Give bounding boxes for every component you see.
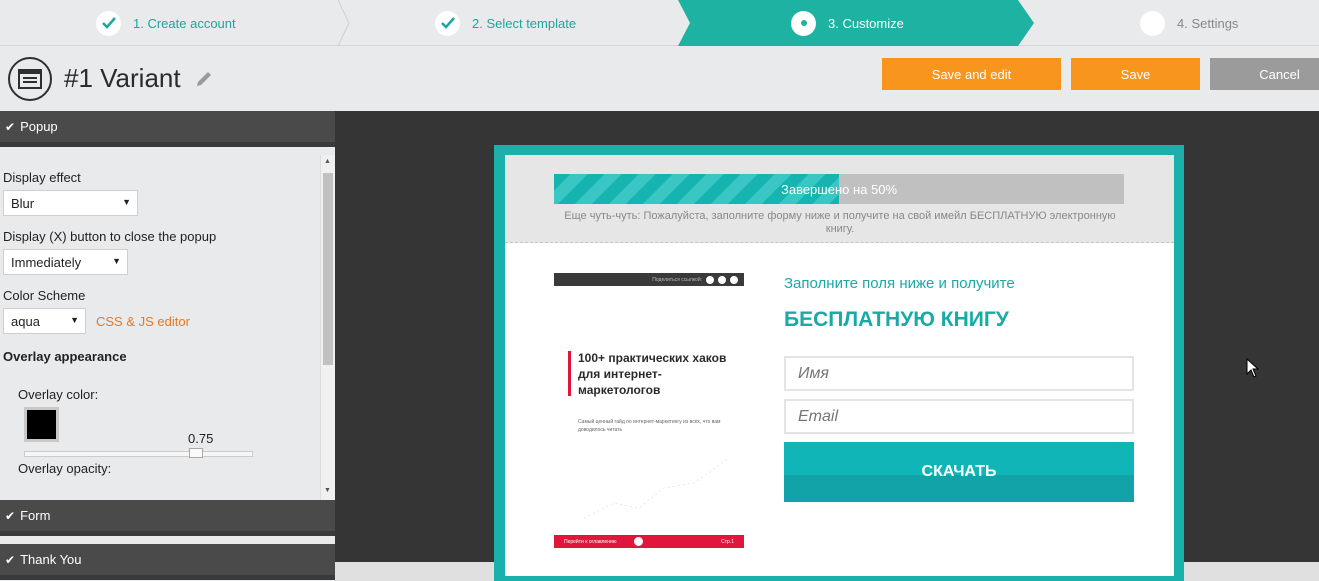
settings-panel: ✔ Popup Display effect Blur ▼ Display (X… <box>0 111 335 581</box>
progress-text: Завершено на 50% <box>780 181 898 197</box>
decorative-graph-icon <box>584 457 730 519</box>
section-thank-you-header[interactable]: ✔ Thank You <box>0 544 335 580</box>
page-header: #1 Variant Save and edit Save Cancel <box>0 46 1319 111</box>
page-title: #1 Variant <box>64 63 181 93</box>
checkmark-icon: ✔ <box>5 508 16 523</box>
dropdown-arrow-icon: ▼ <box>70 315 79 325</box>
popup-preview: Завершено на 50% Еще чуть-чуть: Пожалуйс… <box>505 155 1174 576</box>
css-js-editor-link[interactable]: CSS & JS editor <box>96 314 190 329</box>
display-effect-label: Display effect <box>3 170 81 185</box>
step-label: 4. Settings <box>1177 15 1239 31</box>
close-button-select[interactable]: Immediately ▼ <box>3 249 128 275</box>
select-value: Blur <box>11 195 35 211</box>
slider-handle[interactable] <box>189 448 203 458</box>
section-form-header[interactable]: ✔ Form <box>0 500 335 536</box>
select-value: Immediately <box>11 254 82 270</box>
download-button[interactable]: СКАЧАТЬ <box>784 442 1134 502</box>
select-value: aqua <box>11 313 40 329</box>
dot-icon <box>791 10 816 36</box>
section-label: Popup <box>20 119 58 134</box>
variant-list-icon <box>8 57 52 101</box>
email-input[interactable] <box>784 399 1134 434</box>
color-scheme-label: Color Scheme <box>3 288 86 303</box>
vk-icon <box>718 275 726 284</box>
share-text: Поделиться ссылкой: <box>652 276 702 283</box>
step-customize[interactable]: 3. Customize <box>791 0 904 46</box>
overlay-color-swatch[interactable] <box>24 407 59 442</box>
overlay-opacity-value: 0.75 <box>188 431 214 446</box>
step-label: 2. Select template <box>472 15 577 31</box>
dropdown-arrow-icon: ▼ <box>122 197 131 207</box>
form-heading: Заполните поля ниже и получите <box>784 275 1015 292</box>
book-title: 100+ практических хаков для интернет-мар… <box>578 351 727 397</box>
empty-circle-icon <box>1140 10 1165 36</box>
book-nav-text: Перейти к оглавлению <box>564 538 617 545</box>
overlay-opacity-slider[interactable] <box>24 451 253 457</box>
arrow-right-icon <box>634 537 644 546</box>
book-accent-bar <box>568 351 571 396</box>
display-effect-select[interactable]: Blur ▼ <box>3 190 138 216</box>
progress-note: Еще чуть-чуть: Пожалуйста, заполните фор… <box>564 210 1116 235</box>
step-separator-icon <box>337 0 350 46</box>
step-create-account[interactable]: 1. Create account <box>96 0 236 46</box>
step-label: 1. Create account <box>133 15 236 31</box>
step-label: 3. Customize <box>828 15 904 31</box>
popup-settings-body: Display effect Blur ▼ Display (X) button… <box>0 155 320 500</box>
save-button[interactable]: Save <box>1071 58 1200 90</box>
twitter-icon <box>730 275 738 284</box>
step-settings[interactable]: 4. Settings <box>1140 0 1238 46</box>
progress-section: Завершено на 50% Еще чуть-чуть: Пожалуйс… <box>505 155 1174 243</box>
close-button-label: Display (X) button to close the popup <box>3 229 217 244</box>
section-popup-header[interactable]: ✔ Popup <box>0 111 335 147</box>
name-input[interactable] <box>784 356 1134 391</box>
section-label: Thank You <box>20 552 82 567</box>
scroll-thumb[interactable] <box>323 173 333 365</box>
dropdown-arrow-icon: ▼ <box>112 256 121 266</box>
scroll-up-icon[interactable]: ▲ <box>324 158 331 165</box>
overlay-appearance-label: Overlay appearance <box>3 349 127 364</box>
book-share-bar: Поделиться ссылкой: <box>554 273 744 286</box>
save-and-edit-button[interactable]: Save and edit <box>882 58 1061 90</box>
overlay-color-label: Overlay color: <box>18 387 99 402</box>
check-icon <box>96 10 121 36</box>
panel-scrollbar[interactable]: ▲ ▼ <box>320 155 335 500</box>
section-label: Form <box>20 508 51 523</box>
cancel-button[interactable]: Cancel <box>1210 58 1319 90</box>
check-icon <box>435 10 460 36</box>
book-subtitle: Самый ценный гайд по интернет-маркетингу… <box>578 419 721 433</box>
progress-bar: Завершено на 50% <box>554 174 1124 204</box>
pencil-icon[interactable] <box>195 70 213 88</box>
ebook-cover: Поделиться ссылкой: 100+ практических ха… <box>554 273 744 548</box>
mouse-cursor-icon <box>1246 358 1260 378</box>
checkmark-icon: ✔ <box>5 119 16 134</box>
overlay-opacity-label: Overlay opacity: <box>18 461 112 476</box>
step-select-template[interactable]: 2. Select template <box>435 0 576 46</box>
book-page-number: Стр.1 <box>721 538 734 545</box>
book-bottom-bar: Перейти к оглавлению Стр.1 <box>554 535 744 548</box>
checkmark-icon: ✔ <box>5 552 16 567</box>
wizard-steps: 1. Create account 2. Select template 3. … <box>0 0 1319 46</box>
color-scheme-select[interactable]: aqua ▼ <box>3 308 86 334</box>
form-heading-bold: БЕСПЛАТНУЮ КНИГУ <box>784 308 1009 331</box>
facebook-icon <box>706 275 714 284</box>
scroll-down-icon[interactable]: ▼ <box>324 487 331 494</box>
